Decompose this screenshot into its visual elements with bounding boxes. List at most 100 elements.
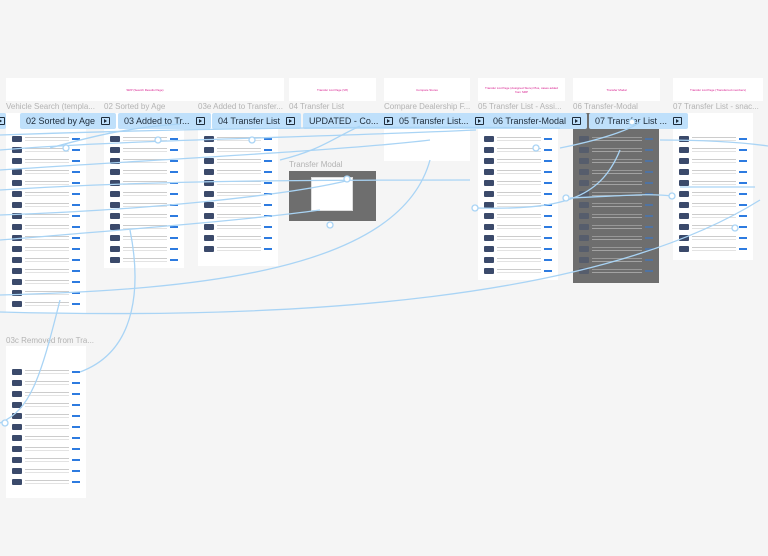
car-thumbnail xyxy=(12,168,22,175)
car-thumbnail xyxy=(679,212,689,219)
listing-row xyxy=(484,212,552,219)
flow-start-03[interactable]: 03 Added to Tr... xyxy=(118,113,211,129)
listing-row xyxy=(579,135,653,142)
car-thumbnail xyxy=(679,168,689,175)
car-thumbnail xyxy=(12,201,22,208)
listing-row xyxy=(484,157,552,164)
listing-row xyxy=(679,157,747,164)
listing-row xyxy=(204,245,272,252)
car-thumbnail xyxy=(12,434,22,441)
listing-row xyxy=(12,379,80,386)
listing-row xyxy=(12,146,80,153)
listing-row xyxy=(204,201,272,208)
frame-label[interactable]: 04 Transfer List xyxy=(289,102,379,111)
listing-row xyxy=(679,212,747,219)
listing-row xyxy=(110,146,178,153)
frame-vehicle-search[interactable] xyxy=(6,113,86,313)
car-thumbnail xyxy=(12,478,22,485)
car-thumbnail xyxy=(12,289,22,296)
frame-label[interactable]: Transfer Modal xyxy=(289,160,379,169)
listing-row xyxy=(679,146,747,153)
car-thumbnail xyxy=(484,245,494,252)
frame-added-to-transfer[interactable] xyxy=(198,113,278,266)
listing-row xyxy=(484,201,552,208)
flow-start-label: 05 Transfer List... xyxy=(399,116,469,126)
listing-row xyxy=(12,157,80,164)
section-note-modal: Transfer Modal xyxy=(573,78,660,101)
frame-label[interactable]: Compare Dealership F... xyxy=(384,102,470,111)
car-thumbnail xyxy=(579,201,589,208)
frame-removed-from-transfer[interactable] xyxy=(6,346,86,498)
car-thumbnail xyxy=(679,146,689,153)
listing-row xyxy=(679,223,747,230)
frame-modal-overlay[interactable] xyxy=(289,171,376,221)
modal-dialog xyxy=(311,177,353,211)
listing-row xyxy=(484,190,552,197)
flow-start-07[interactable]: 07 Transfer List ... xyxy=(589,113,689,129)
flow-start-label: 03 Added to Tr... xyxy=(124,116,190,126)
listing-row xyxy=(110,135,178,142)
car-thumbnail xyxy=(579,190,589,197)
flow-start-updated[interactable]: UPDATED - Co... xyxy=(303,113,400,129)
frame-transfer-list-snack[interactable] xyxy=(673,113,753,260)
listing-row xyxy=(484,135,552,142)
listing-row xyxy=(12,278,80,285)
car-thumbnail xyxy=(110,212,120,219)
car-thumbnail xyxy=(484,190,494,197)
car-thumbnail xyxy=(204,212,214,219)
listing-row xyxy=(579,234,653,241)
car-thumbnail xyxy=(12,390,22,397)
listing-row xyxy=(12,212,80,219)
car-thumbnail xyxy=(204,146,214,153)
listing-row xyxy=(12,412,80,419)
frame-label[interactable]: 03e Added to Transfer... xyxy=(198,102,284,111)
frame-label[interactable]: 03c Removed from Tra... xyxy=(6,336,96,345)
car-thumbnail xyxy=(12,212,22,219)
listing-row xyxy=(204,223,272,230)
car-thumbnail xyxy=(579,245,589,252)
car-thumbnail xyxy=(579,146,589,153)
car-thumbnail xyxy=(579,168,589,175)
listing-row xyxy=(484,223,552,230)
car-thumbnail xyxy=(12,278,22,285)
listing-row xyxy=(12,234,80,241)
listing-row xyxy=(12,289,80,296)
section-note-transferred: Transfer List Page (Transferred members) xyxy=(673,78,763,101)
listing-row xyxy=(12,434,80,441)
car-thumbnail xyxy=(12,135,22,142)
flow-start-04[interactable]: 04 Transfer List xyxy=(212,113,302,129)
frame-label[interactable]: 02 Sorted by Age xyxy=(104,102,194,111)
play-icon xyxy=(384,117,394,125)
listing-row xyxy=(679,168,747,175)
car-thumbnail xyxy=(679,157,689,164)
frame-label[interactable]: Vehicle Search (templa... xyxy=(6,102,96,111)
car-thumbnail xyxy=(484,223,494,230)
car-thumbnail xyxy=(484,179,494,186)
frame-transfer-modal[interactable] xyxy=(573,113,659,283)
car-thumbnail xyxy=(110,146,120,153)
frame-label[interactable]: 07 Transfer List - snac... xyxy=(673,102,763,111)
car-thumbnail xyxy=(110,245,120,252)
frame-label[interactable]: 06 Transfer-Modal xyxy=(573,102,663,111)
frame-label[interactable]: 05 Transfer List - Assi... xyxy=(478,102,564,111)
section-note-srp: SRP (Search Results Page) xyxy=(6,78,284,101)
car-thumbnail xyxy=(204,223,214,230)
listing-row xyxy=(484,245,552,252)
listing-row xyxy=(12,135,80,142)
flow-start-06[interactable]: 06 Transfer-Modal xyxy=(487,113,588,129)
flow-start-02[interactable]: 02 Sorted by Age xyxy=(20,113,117,129)
listing-row xyxy=(110,179,178,186)
listing-row xyxy=(204,168,272,175)
car-thumbnail xyxy=(204,234,214,241)
flow-connector xyxy=(279,125,361,161)
flow-start-05[interactable]: 05 Transfer List... xyxy=(393,113,490,129)
car-thumbnail xyxy=(204,135,214,142)
listing-row xyxy=(204,212,272,219)
play-icon xyxy=(101,117,111,125)
flow-start-01[interactable] xyxy=(0,113,6,129)
listing-row xyxy=(110,223,178,230)
frame-sorted-by-age[interactable] xyxy=(104,113,184,268)
frame-transfer-list-assigned[interactable] xyxy=(478,113,558,280)
car-thumbnail xyxy=(110,223,120,230)
car-thumbnail xyxy=(579,212,589,219)
